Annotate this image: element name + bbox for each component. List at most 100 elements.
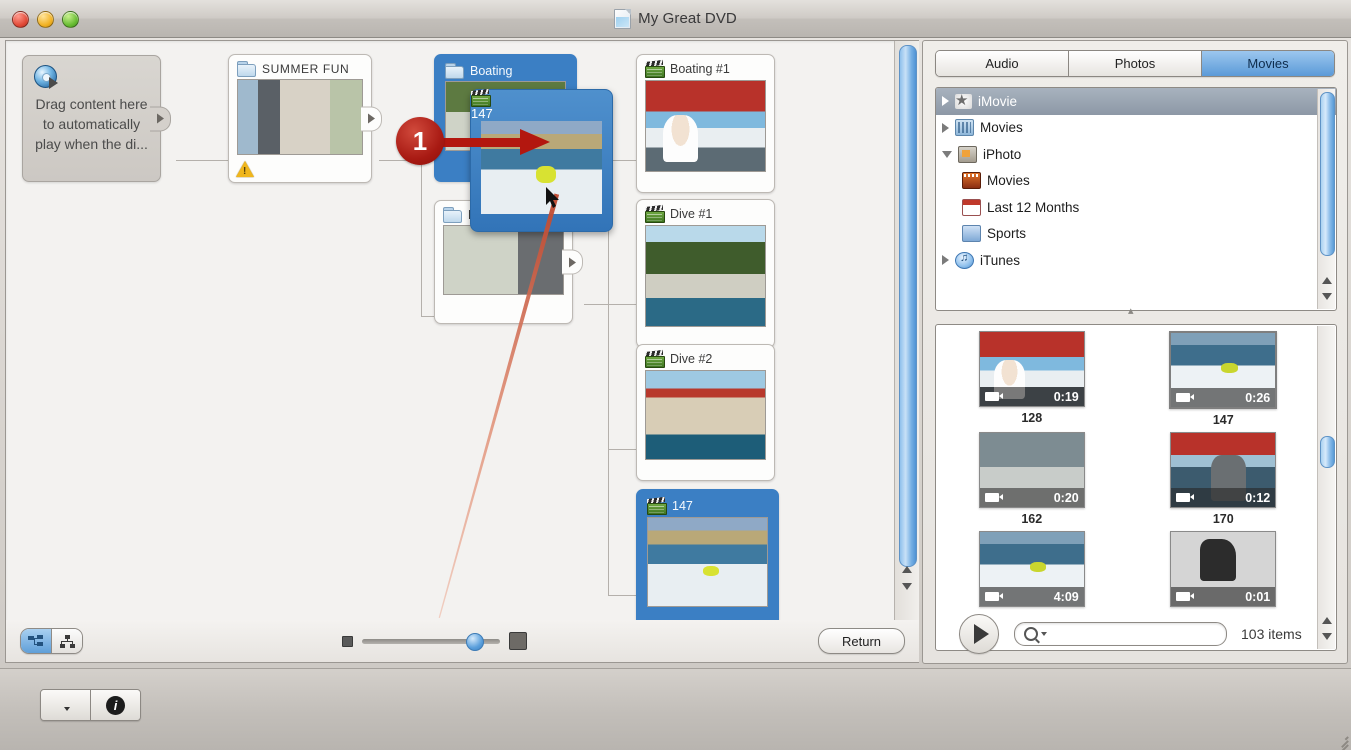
tree-item-last-12-months[interactable]: Last 12 Months	[936, 194, 1336, 221]
disc-play-icon	[34, 65, 58, 89]
video-camera-icon	[984, 392, 1003, 401]
tree-item-iphoto[interactable]: iPhoto	[936, 141, 1336, 168]
clapper-icon	[645, 204, 665, 223]
node-header: Dive #1	[637, 200, 774, 225]
clip-overlay: 0:01	[1171, 587, 1276, 606]
tree-scrollbar-thumb[interactable]	[1320, 92, 1335, 256]
clip-cell[interactable]: 0:20 162	[936, 432, 1128, 526]
preview-play-button[interactable]	[959, 614, 999, 654]
view-toggle-list[interactable]	[21, 629, 51, 653]
media-panel: Audio Photos Movies iMovie Movies iPhoto	[922, 40, 1348, 664]
video-camera-icon	[1176, 493, 1195, 502]
clip-thumbnail[interactable]: 0:26	[1169, 331, 1278, 409]
chevron-down-icon[interactable]	[942, 150, 952, 158]
chevron-right-icon[interactable]	[942, 122, 949, 133]
menu-node-dive-1[interactable]: Dive #1	[636, 199, 775, 348]
clip-thumbnail[interactable]: 0:20	[978, 432, 1085, 508]
clip-cell[interactable]: 0:12 170	[1128, 432, 1320, 526]
tree-scroll-arrows[interactable]	[1320, 272, 1333, 306]
scroll-up-arrow[interactable]	[899, 561, 915, 578]
grid-scrollbar[interactable]	[1317, 326, 1335, 649]
clip-cell[interactable]: 0:01	[1128, 531, 1320, 611]
resize-grip[interactable]	[1334, 734, 1349, 750]
tree-item-sports[interactable]: Sports	[936, 221, 1336, 248]
clip-duration: 0:20	[1053, 490, 1079, 505]
add-info-group[interactable]: i	[40, 689, 141, 721]
tab-photos[interactable]: Photos	[1069, 51, 1202, 76]
media-clip-grid[interactable]: 0:19 128 0:26 147 0:20 162 0:12 170 4:09…	[935, 324, 1337, 651]
node-title: 147	[672, 499, 693, 513]
menu-node-summer-fun[interactable]: SUMMER FUN	[228, 54, 382, 183]
zoom-slider-group[interactable]	[342, 632, 527, 651]
tree-item-label: iMovie	[978, 93, 1018, 109]
connector-line	[608, 595, 636, 596]
zoom-slider[interactable]	[362, 632, 500, 651]
dropzone-label: Drag content here to automatically play …	[35, 96, 148, 152]
canvas-bottom-bar: Return	[5, 620, 919, 663]
zoom-slider-knob[interactable]	[466, 632, 484, 651]
search-box[interactable]	[1014, 622, 1227, 646]
star-icon	[955, 91, 972, 109]
clip-label: 170	[1212, 512, 1234, 526]
clip-duration: 0:19	[1053, 389, 1079, 404]
info-button[interactable]: i	[90, 690, 140, 720]
connector-line	[176, 160, 234, 161]
scroll-down-arrow[interactable]	[899, 578, 915, 595]
canvas-scrollbar[interactable]	[894, 41, 919, 621]
media-clip-grid-inner: 0:19 128 0:26 147 0:20 162 0:12 170 4:09…	[936, 325, 1320, 650]
node-next-arrow[interactable]	[562, 249, 583, 275]
view-toggle-tree[interactable]	[51, 629, 82, 653]
scroll-down-arrow[interactable]	[1320, 288, 1333, 304]
node-thumbnail	[645, 80, 766, 172]
search-input[interactable]	[1047, 626, 1217, 642]
drag-ghost-clip-147[interactable]: 147	[470, 88, 613, 232]
media-source-tree[interactable]: iMovie Movies iPhoto Movies Last 12 Mont…	[935, 87, 1337, 311]
tab-audio[interactable]: Audio	[936, 51, 1069, 76]
dropzone-next-arrow[interactable]	[150, 106, 171, 131]
grid-scrollbar-thumb[interactable]	[1320, 436, 1335, 468]
chevron-right-icon[interactable]	[942, 255, 949, 266]
chevron-right-icon[interactable]	[942, 96, 949, 107]
clip-label: 128	[1021, 411, 1043, 425]
clip-cell[interactable]: 4:09	[936, 531, 1128, 611]
add-button[interactable]	[41, 690, 90, 720]
clip-overlay: 0:19	[979, 387, 1084, 406]
tree-item-iphoto-movies[interactable]: Movies	[936, 168, 1336, 195]
clip-thumbnail[interactable]: 4:09	[978, 531, 1085, 607]
scroll-up-arrow[interactable]	[1320, 272, 1333, 288]
window-title-area: My Great DVD	[0, 0, 1351, 37]
video-camera-icon	[1176, 592, 1195, 601]
clip-cell[interactable]: 0:26 147	[1128, 331, 1320, 427]
return-button[interactable]: Return	[818, 628, 905, 654]
tree-scrollbar[interactable]	[1317, 89, 1335, 309]
menu-map-canvas[interactable]: Drag content here to automatically play …	[5, 40, 919, 622]
tree-item-label: iPhoto	[983, 146, 1022, 162]
tree-item-movies[interactable]: Movies	[936, 115, 1336, 142]
iphoto-icon	[958, 145, 977, 163]
connector-line	[421, 141, 422, 316]
page-title: My Great DVD	[638, 10, 737, 27]
menu-node-clip-147[interactable]: 147	[636, 489, 779, 621]
menu-node-dive-2[interactable]: Dive #2	[636, 344, 775, 481]
tab-movies[interactable]: Movies	[1202, 51, 1334, 76]
view-toggle-group[interactable]	[20, 628, 83, 654]
panel-resize-handle[interactable]	[1128, 304, 1142, 318]
clapper-icon	[645, 59, 665, 78]
movies-icon	[955, 119, 974, 137]
clip-thumbnail[interactable]: 0:12	[1170, 432, 1277, 508]
menu-node-boating-1[interactable]: Boating #1	[636, 54, 775, 193]
canvas-scrollbar-thumb[interactable]	[899, 45, 917, 567]
info-icon: i	[106, 695, 125, 715]
canvas-scroll-arrows[interactable]	[899, 561, 915, 595]
small-thumbnail-icon	[342, 635, 353, 647]
node-next-arrow[interactable]	[361, 106, 382, 131]
media-tabs[interactable]: Audio Photos Movies	[935, 50, 1335, 77]
clip-cell[interactable]: 0:19 128	[936, 331, 1128, 427]
itunes-icon	[955, 251, 974, 269]
tree-item-itunes[interactable]: iTunes	[936, 247, 1336, 274]
autoplay-dropzone[interactable]: Drag content here to automatically play …	[22, 55, 171, 182]
video-camera-icon	[1176, 393, 1195, 402]
clip-thumbnail[interactable]: 0:01	[1170, 531, 1277, 607]
clip-thumbnail[interactable]: 0:19	[978, 331, 1085, 407]
tree-item-imovie[interactable]: iMovie	[936, 88, 1336, 115]
